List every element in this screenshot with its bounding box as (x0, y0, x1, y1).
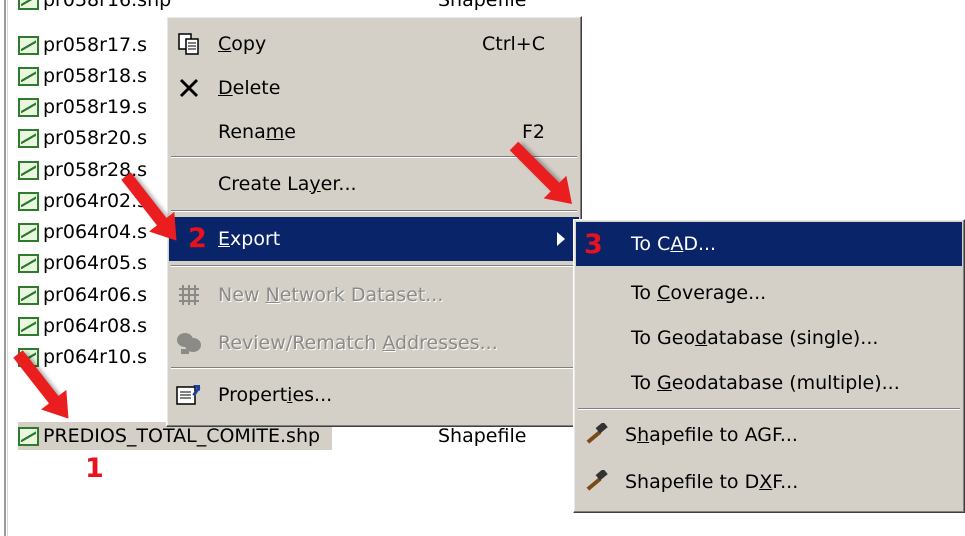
menu-item-to-geodatabase-multiple[interactable]: To Geodatabase (multiple)... (576, 361, 962, 405)
annotation-step-1: 1 (85, 453, 104, 484)
menu-separator (171, 367, 577, 369)
menu-item-label: Rename (218, 121, 296, 143)
list-item[interactable]: pr058r16.shp (18, 0, 171, 14)
list-item[interactable]: pr058r17.s (18, 31, 147, 59)
annotation-step-3: 3 (584, 229, 603, 260)
menu-item-label: Export (218, 228, 281, 250)
properties-icon (175, 381, 203, 409)
menu-item-copy[interactable]: Copy Ctrl+C (169, 22, 579, 66)
menu-item-to-coverage[interactable]: To Coverage... (576, 271, 962, 315)
menu-item-export[interactable]: Export (169, 217, 579, 261)
window-border (4, 0, 6, 536)
context-menu: Copy Ctrl+C Delete Rename F2 Create Laye… (166, 16, 582, 427)
file-name: pr064r10.s (43, 346, 148, 368)
menu-item-review-rematch[interactable]: Review/Rematch Addresses... (169, 321, 579, 365)
list-item[interactable]: pr064r10.s (18, 343, 147, 371)
file-name: pr058r18.s (43, 65, 148, 87)
menu-item-to-cad[interactable]: To CAD... (576, 222, 962, 266)
menu-item-shapefile-to-agf[interactable]: Shapefile to AGF... (576, 413, 962, 457)
menu-item-label: Create Layer... (218, 173, 357, 195)
menu-separator (578, 408, 960, 410)
file-name: pr058r19.s (43, 96, 148, 118)
address-icon (175, 329, 203, 357)
shortcut-label: F2 (521, 121, 545, 143)
menu-item-label: Shapefile to AGF... (625, 424, 798, 446)
menu-item-label: Review/Rematch Addresses... (218, 332, 498, 354)
menu-item-create-layer[interactable]: Create Layer... (169, 162, 579, 206)
list-item[interactable]: pr064r04.s (18, 218, 147, 246)
export-submenu: To CAD... To Coverage... To Geodatabase … (573, 219, 965, 513)
shapefile-icon (18, 66, 39, 86)
file-name: pr064r08.s (43, 315, 148, 337)
menu-item-label: To Geodatabase (single)... (631, 327, 879, 349)
list-item[interactable]: pr064r06.s (18, 281, 147, 309)
window-border-inner (7, 0, 8, 536)
shapefile-icon (18, 426, 39, 446)
menu-item-label: Copy (218, 33, 267, 55)
shapefile-icon (18, 285, 39, 305)
list-item[interactable]: pr064r08.s (18, 312, 147, 340)
menu-item-to-geodatabase-single[interactable]: To Geodatabase (single)... (576, 316, 962, 360)
menu-item-label: To Coverage... (631, 282, 767, 304)
menu-item-label: Delete (218, 77, 281, 99)
menu-item-shapefile-to-dxf[interactable]: Shapefile to DXF... (576, 460, 962, 504)
shapefile-icon (18, 35, 39, 55)
file-name: pr058r17.s (43, 34, 148, 56)
menu-separator (171, 265, 577, 267)
list-item[interactable]: pr064r05.s (18, 249, 147, 277)
file-type: Shapefile (438, 0, 527, 11)
annotation-step-2: 2 (188, 223, 207, 254)
shapefile-icon (18, 160, 39, 180)
shapefile-icon (18, 253, 39, 273)
menu-item-label: To CAD... (631, 233, 717, 255)
menu-item-properties[interactable]: Properties... (169, 373, 579, 417)
file-name: pr058r20.s (43, 127, 148, 149)
menu-item-label: To Geodatabase (multiple)... (631, 372, 900, 394)
file-name: pr058r16.shp (43, 0, 172, 11)
menu-item-new-network-dataset[interactable]: New Network Dataset... (169, 273, 579, 317)
shapefile-icon (18, 128, 39, 148)
list-item[interactable]: pr058r20.s (18, 124, 147, 152)
delete-x-icon (175, 74, 203, 102)
file-name: pr064r04.s (43, 221, 148, 243)
shortcut-label: Ctrl+C (482, 33, 545, 55)
hammer-icon (582, 421, 610, 449)
menu-item-label: Shapefile to DXF... (625, 471, 799, 493)
network-grid-icon (175, 281, 203, 309)
shapefile-icon (18, 316, 39, 336)
list-item[interactable]: pr058r19.s (18, 93, 147, 121)
list-item[interactable]: pr058r18.s (18, 62, 147, 90)
copy-icon (175, 30, 203, 58)
shapefile-icon (18, 222, 39, 242)
submenu-arrow-icon (557, 232, 565, 246)
menu-item-delete[interactable]: Delete (169, 66, 579, 110)
shapefile-icon (18, 191, 39, 211)
menu-item-label: New Network Dataset... (218, 284, 444, 306)
menu-separator (171, 210, 577, 212)
shapefile-icon (18, 0, 39, 10)
file-name: PREDIOS_TOTAL_COMITE.shp (43, 425, 321, 447)
shapefile-icon (18, 97, 39, 117)
list-item[interactable]: pr064r02.s (18, 187, 147, 215)
file-name: pr064r06.s (43, 284, 148, 306)
menu-item-label: Properties... (218, 384, 333, 406)
hammer-icon (582, 468, 610, 496)
file-name: pr064r05.s (43, 252, 148, 274)
